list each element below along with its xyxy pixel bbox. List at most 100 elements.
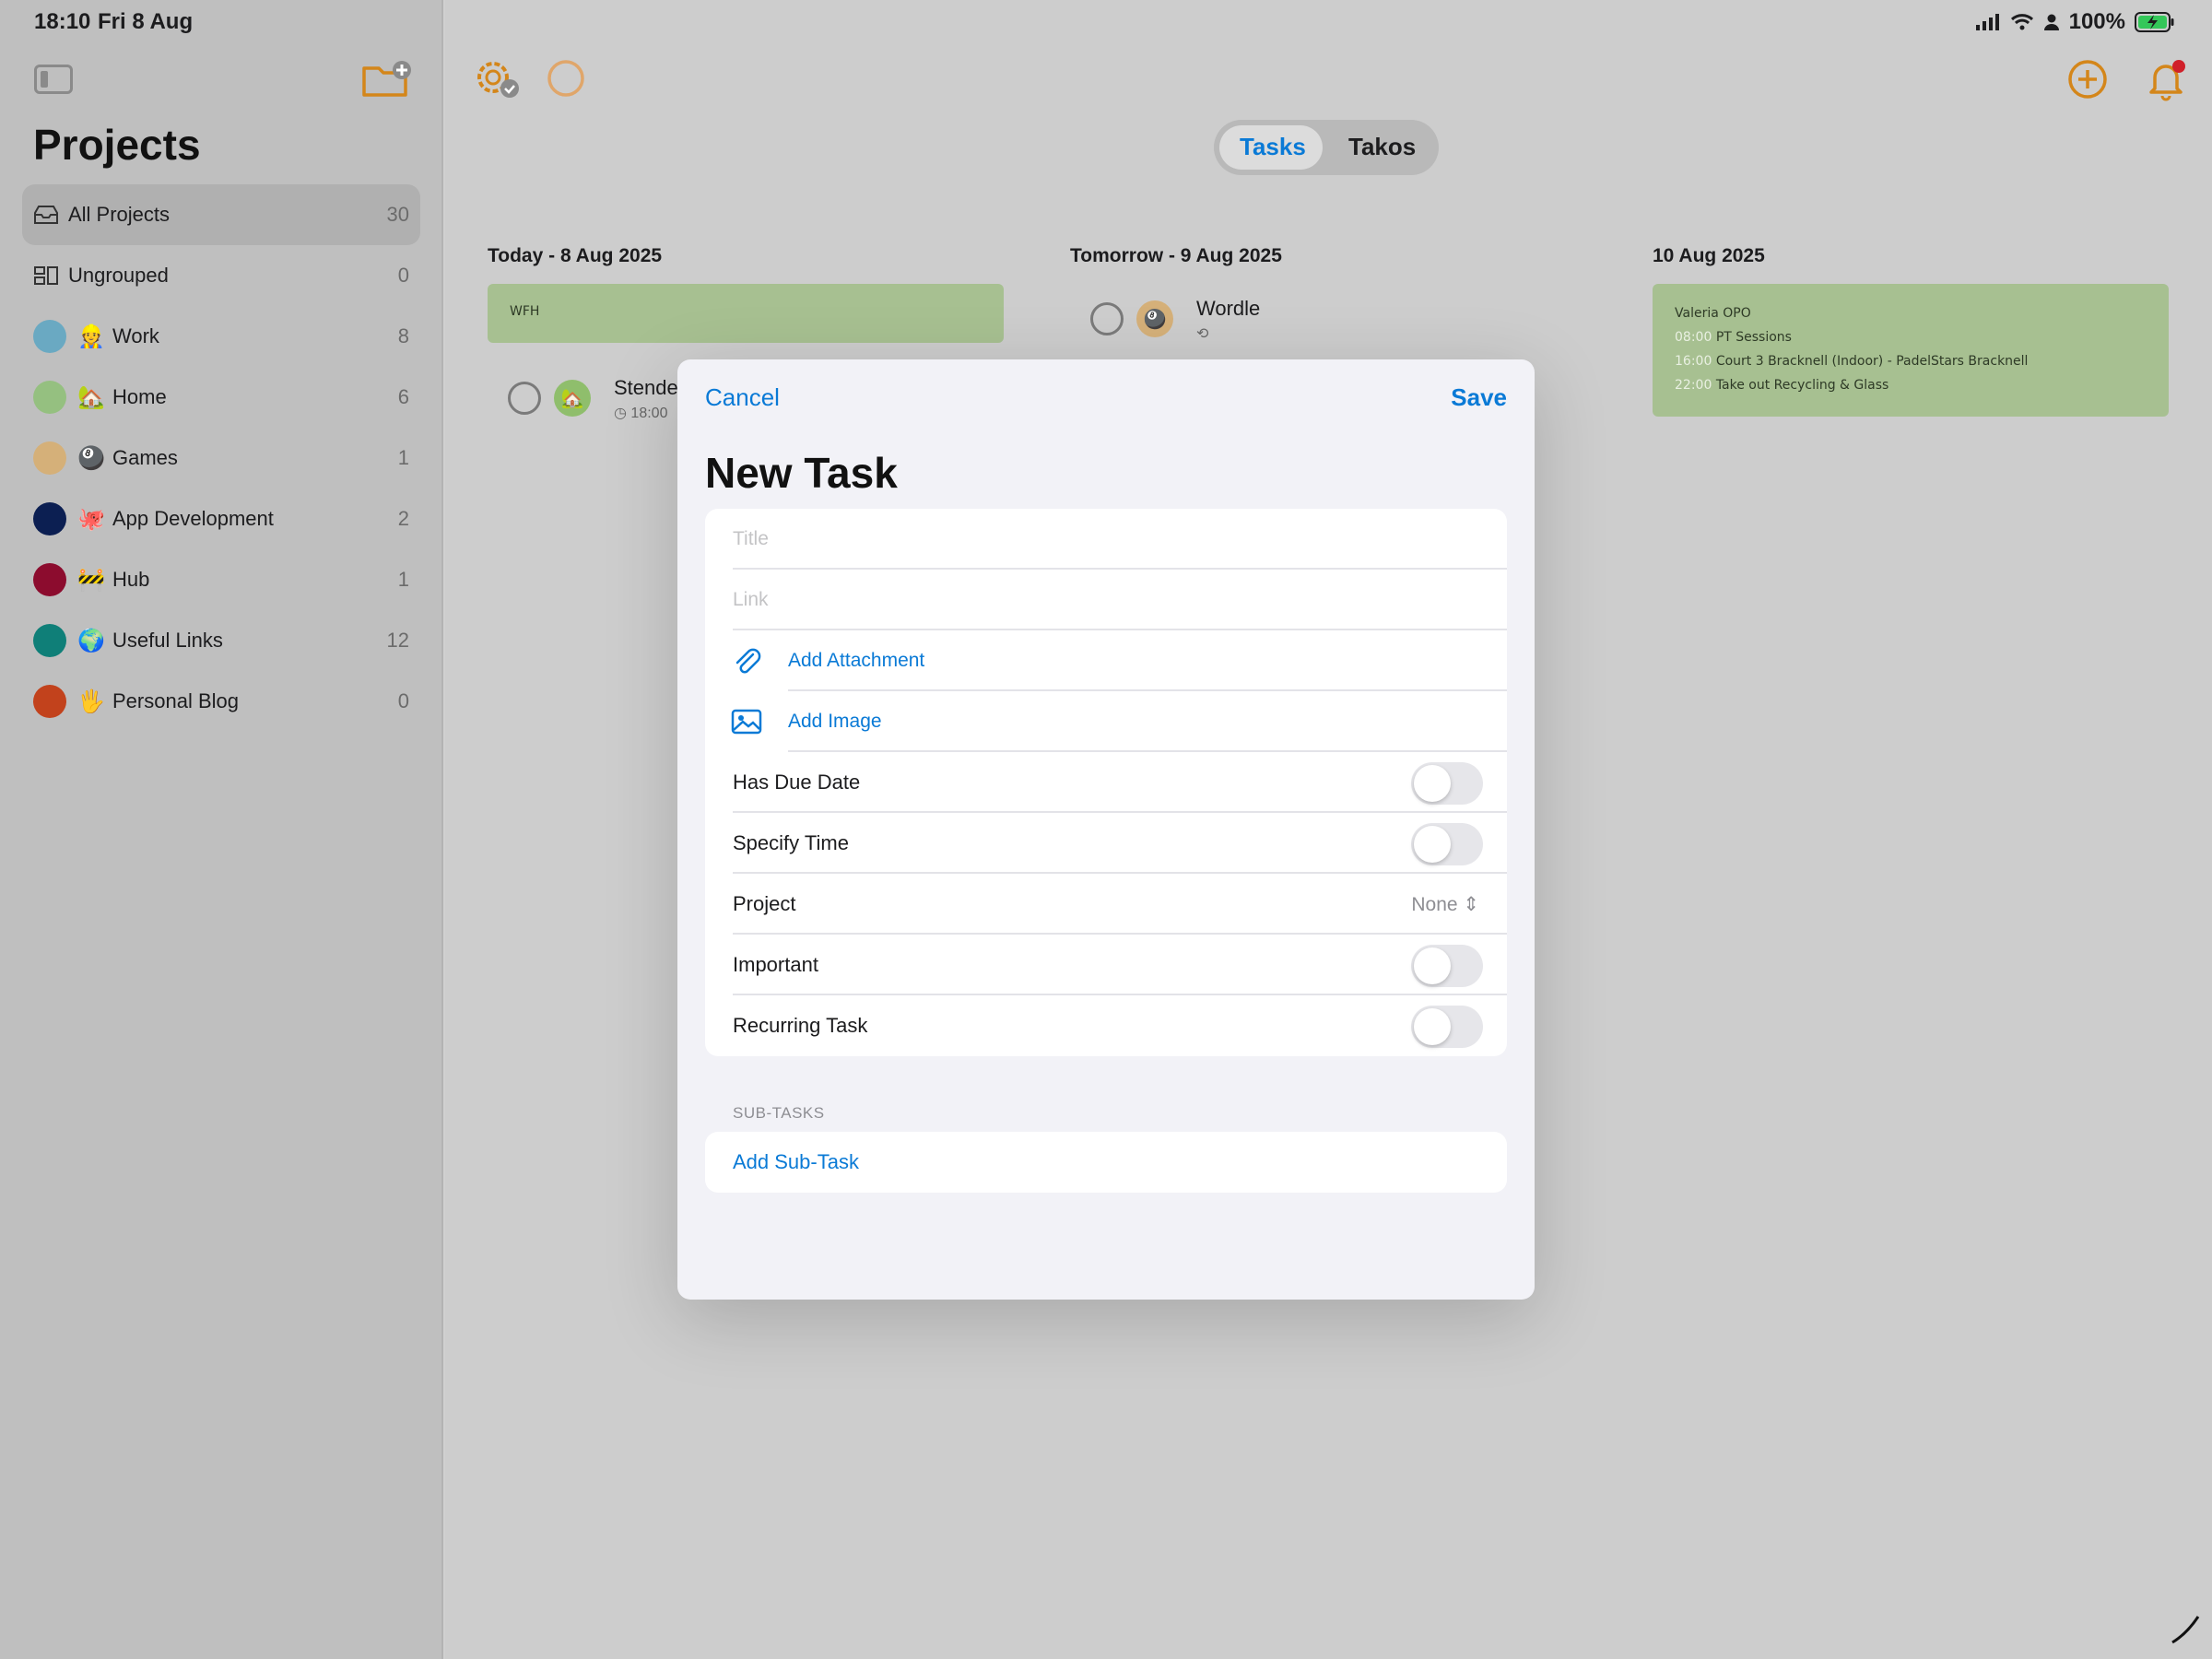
- event-time: 16:00: [1675, 354, 1712, 369]
- battery-percent: 100%: [2068, 9, 2125, 34]
- event-line: 22:00 Take out Recycling & Glass: [1675, 378, 1888, 393]
- cancel-button[interactable]: Cancel: [705, 383, 780, 412]
- important-label: Important: [733, 953, 818, 976]
- add-subtask-row[interactable]: Add Sub-Task: [705, 1132, 1507, 1193]
- sidebar-item-work[interactable]: 👷 Work 8: [22, 306, 420, 367]
- add-icon[interactable]: [2067, 59, 2108, 100]
- clock-icon: ◷: [614, 406, 627, 421]
- settings-gear-icon[interactable]: [473, 55, 523, 101]
- link-input[interactable]: Link: [733, 589, 769, 611]
- specify-time-label: Specify Time: [733, 831, 849, 854]
- sidebar-item-label: Home: [112, 385, 167, 408]
- project-color-dot: [33, 502, 66, 535]
- add-attachment-row[interactable]: Add Attachment: [705, 630, 1507, 691]
- task-time-text: 18:00: [630, 406, 668, 421]
- event-time: 22:00: [1675, 378, 1712, 393]
- project-picker[interactable]: None ⇕: [1411, 893, 1479, 916]
- project-label: Project: [733, 892, 796, 915]
- sidebar-toggle-icon[interactable]: [34, 65, 73, 94]
- event-label: WFH: [510, 304, 540, 319]
- save-button[interactable]: Save: [1451, 383, 1507, 412]
- project-emoji-icon: 👷: [77, 324, 105, 349]
- sidebar-item-count: 2: [397, 507, 409, 530]
- subtasks-caption: SUB-TASKS: [733, 1104, 825, 1122]
- sidebar-item-hub[interactable]: 🚧 Hub 1: [22, 549, 420, 610]
- has-due-date-toggle[interactable]: [1411, 762, 1483, 805]
- title-field[interactable]: Title: [705, 509, 1507, 570]
- project-emoji-icon: 🏡: [77, 384, 105, 410]
- project-row[interactable]: Project None ⇕: [705, 874, 1507, 935]
- sidebar-item-label: All Projects: [68, 203, 171, 226]
- project-color-dot: [33, 381, 66, 414]
- sidebar-item-games[interactable]: 🎱 Games 1: [22, 428, 420, 488]
- important-row: Important: [705, 935, 1507, 995]
- specify-time-row: Specify Time: [705, 813, 1507, 874]
- add-image-row[interactable]: Add Image: [705, 691, 1507, 752]
- title-input[interactable]: Title: [733, 528, 769, 550]
- segment-takos[interactable]: Takos: [1348, 133, 1416, 161]
- progress-ring-icon[interactable]: [547, 59, 585, 98]
- home-project-icon: 🏡: [554, 380, 591, 417]
- sidebar-item-count: 6: [397, 385, 409, 408]
- games-project-icon: 🎱: [1136, 300, 1173, 337]
- sidebar-item-label: Games: [112, 446, 178, 469]
- specify-time-toggle[interactable]: [1411, 823, 1483, 865]
- sidebar-item-home[interactable]: 🏡 Home 6: [22, 367, 420, 428]
- sidebar-item-ungrouped[interactable]: Ungrouped 0: [22, 245, 420, 306]
- chevron-up-down-icon: ⇕: [1463, 893, 1479, 915]
- view-segmented-control: Tasks Takos: [1214, 120, 1439, 175]
- notifications-bell-icon[interactable]: [2146, 57, 2188, 101]
- important-toggle[interactable]: [1411, 945, 1483, 987]
- has-due-date-label: Has Due Date: [733, 771, 861, 794]
- sidebar: Projects All Projects 30 Ungrouped 0 👷 W…: [0, 0, 443, 1659]
- project-color-dot: [33, 685, 66, 718]
- link-field[interactable]: Link: [705, 570, 1507, 630]
- status-time: 18:10: [34, 9, 91, 34]
- sidebar-item-label: App Development: [112, 507, 274, 530]
- wifi-icon: [2010, 14, 2033, 30]
- subtasks-group: Add Sub-Task: [705, 1132, 1507, 1193]
- column-heading-today: Today - 8 Aug 2025: [488, 245, 663, 266]
- segment-tasks[interactable]: Tasks: [1240, 133, 1306, 161]
- new-task-sheet: Cancel Save New Task Title Link Add Atta…: [677, 359, 1535, 1300]
- event-card[interactable]: Valeria OPO 08:00 PT Sessions 16:00 Cour…: [1653, 284, 2169, 417]
- column-heading-date: 10 Aug 2025: [1653, 245, 1765, 266]
- task-title[interactable]: Stende: [614, 376, 678, 400]
- sidebar-item-label: Ungrouped: [68, 264, 169, 287]
- paperclip-icon: [735, 648, 761, 674]
- pencil-stroke-icon: [2171, 1616, 2200, 1644]
- task-title[interactable]: Wordle: [1196, 297, 1260, 321]
- recurring-toggle[interactable]: [1411, 1006, 1483, 1048]
- add-image-button[interactable]: Add Image: [788, 711, 882, 733]
- status-indicators: 100%: [1975, 9, 2175, 35]
- project-list: All Projects 30 Ungrouped 0 👷 Work 8 🏡 H…: [22, 184, 420, 732]
- sidebar-item-count: 12: [386, 629, 409, 652]
- event-card[interactable]: WFH: [488, 284, 1004, 343]
- new-folder-icon[interactable]: [361, 59, 411, 100]
- project-emoji-icon: 🖐: [77, 688, 105, 714]
- status-bar: 18:10 Fri 8 Aug 100%: [0, 0, 2212, 44]
- project-color-dot: [33, 320, 66, 353]
- sidebar-item-label: Work: [112, 324, 159, 347]
- task-complete-checkbox[interactable]: [508, 382, 541, 415]
- sidebar-item-app-development[interactable]: 🐙 App Development 2: [22, 488, 420, 549]
- cellular-signal-icon: [1975, 14, 1999, 30]
- sidebar-item-label: Personal Blog: [112, 689, 239, 712]
- add-subtask-button[interactable]: Add Sub-Task: [733, 1150, 859, 1174]
- sidebar-item-personal-blog[interactable]: 🖐 Personal Blog 0: [22, 671, 420, 732]
- battery-charging-icon: [2135, 12, 2174, 32]
- event-text: Take out Recycling & Glass: [1715, 378, 1889, 393]
- sidebar-item-useful-links[interactable]: 🌍 Useful Links 12: [22, 610, 420, 671]
- project-color-dot: [33, 624, 66, 657]
- event-text: PT Sessions: [1715, 330, 1792, 345]
- photo-icon: [731, 709, 762, 735]
- task-form-group: Title Link Add Attachment Add Image Has …: [705, 509, 1507, 1056]
- task-complete-checkbox[interactable]: [1090, 302, 1124, 335]
- add-attachment-button[interactable]: Add Attachment: [788, 650, 924, 672]
- task-time: ◷ 18:00: [614, 404, 667, 422]
- project-emoji-icon: 🚧: [77, 567, 105, 593]
- sidebar-item-count: 8: [397, 324, 409, 347]
- sidebar-item-all-projects[interactable]: All Projects 30: [22, 184, 420, 245]
- sidebar-item-count: 0: [397, 689, 409, 712]
- project-picker-value: None: [1411, 893, 1458, 915]
